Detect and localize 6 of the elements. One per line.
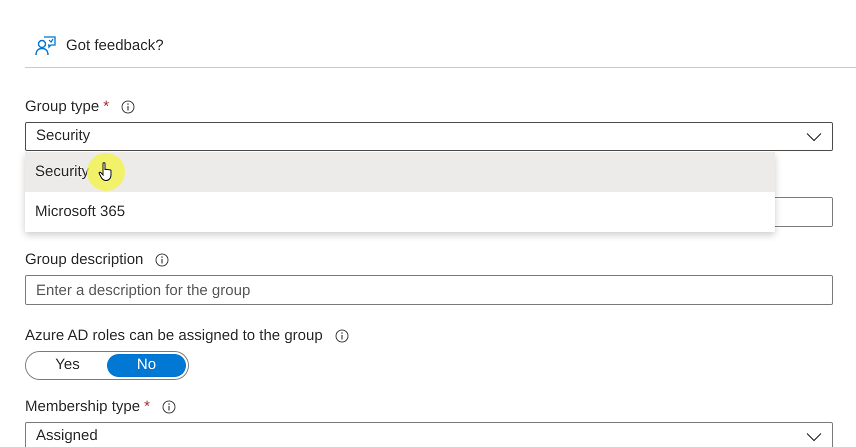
field-label: Membership type	[25, 396, 140, 417]
required-asterisk: *	[144, 396, 150, 417]
field-label: Group type	[25, 96, 100, 117]
required-asterisk: *	[103, 96, 110, 117]
field-label: Group description	[25, 250, 144, 270]
field-label: Azure AD roles can be assigned to the group	[25, 326, 323, 346]
